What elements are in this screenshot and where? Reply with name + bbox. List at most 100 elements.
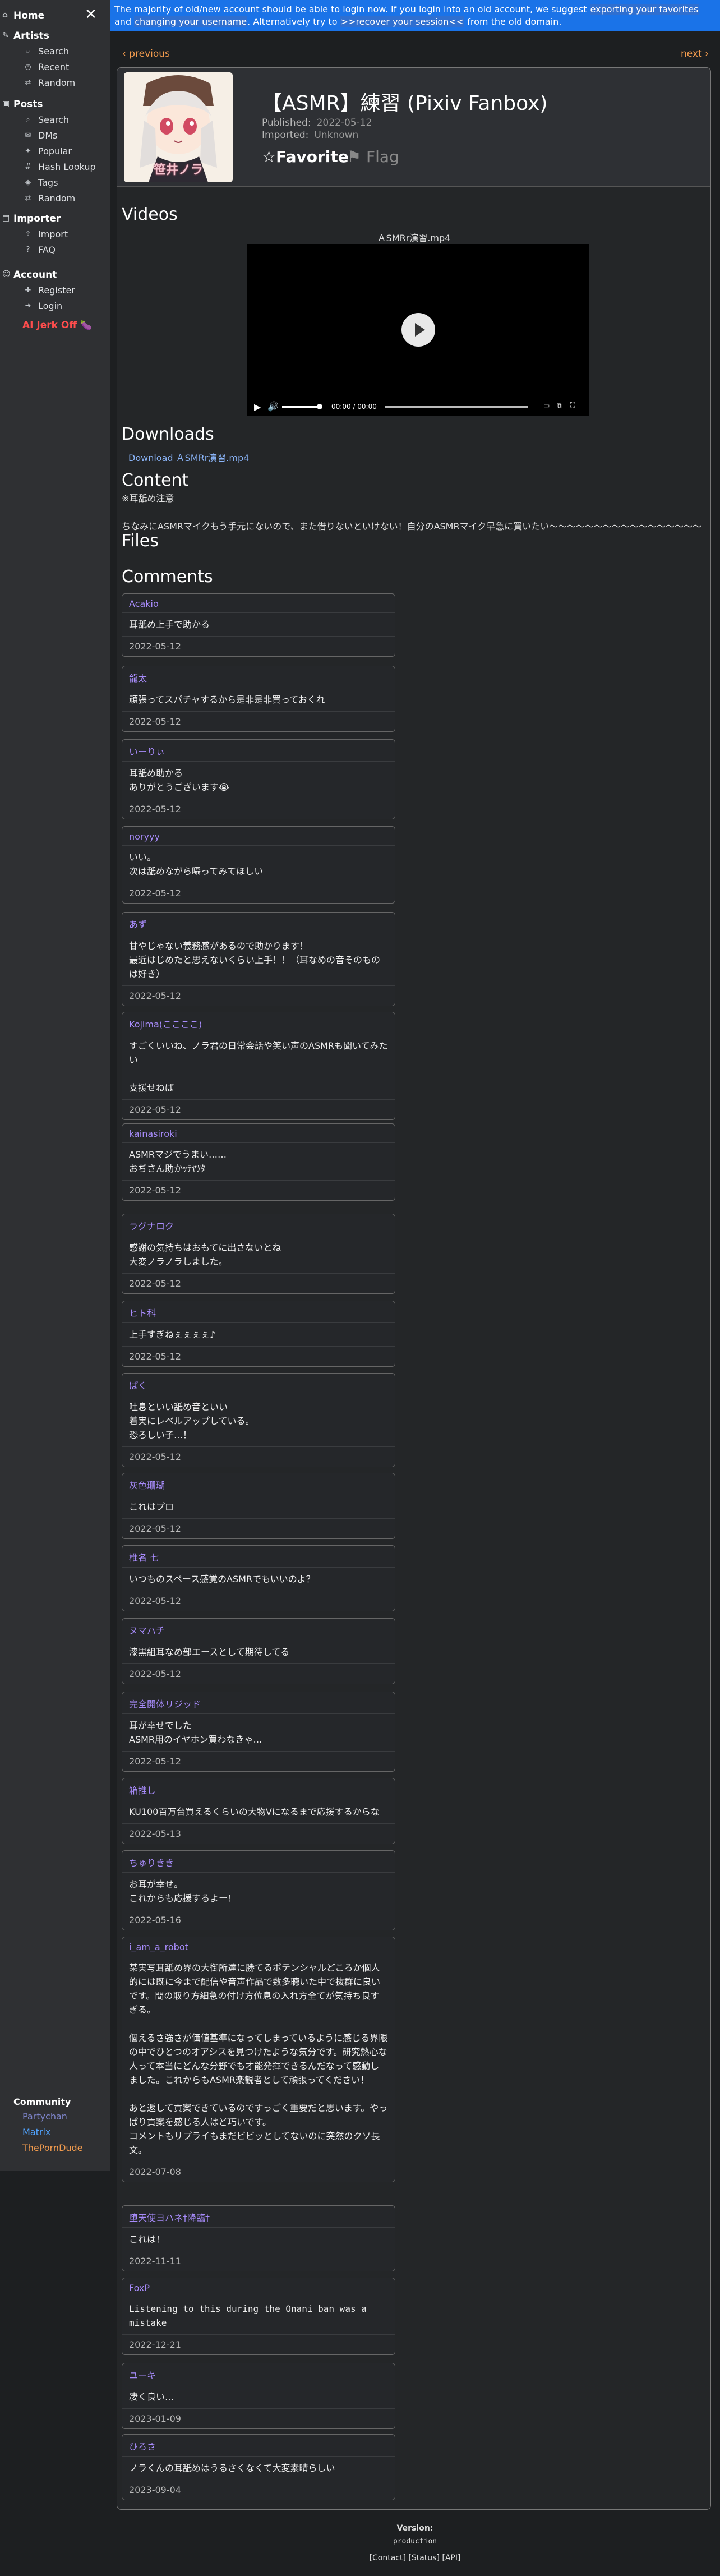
sidebar-item-hash-lookup[interactable]: # Hash Lookup: [0, 160, 110, 174]
faq-icon: ?: [26, 246, 30, 254]
volume-icon[interactable]: 🔊: [267, 401, 279, 412]
comment-author[interactable]: i_am_a_robot: [122, 1937, 395, 1956]
export-favorites-link[interactable]: exporting your favorites: [589, 4, 699, 15]
comment-date: 2022-05-12: [129, 716, 181, 727]
sidebar-item-popular[interactable]: ✦ Popular: [0, 145, 110, 158]
comment-author[interactable]: ユーキ: [122, 2363, 395, 2385]
comment-author[interactable]: noryyy: [122, 827, 395, 846]
video-player[interactable]: ▶ 🔊 00:00 / 00:00 ▭ ⧉ ⛶: [247, 244, 589, 416]
comment: いーりぃ 耳舐め助かる ありがとうございます😭 2022-05-12: [122, 739, 395, 819]
content-line: ※耳舐め注意: [122, 493, 174, 504]
video-file-name: ＡSMRr演習.mp4: [377, 233, 451, 243]
comment-body: すごくいいね、ノラ君の日常会話や笑い声のASMRも聞いてみたい 支援せねば: [122, 1034, 395, 1100]
comment-author[interactable]: ヌマハチ: [122, 1619, 395, 1640]
sidebar: ✕ ⌂ Home ✎ Artists ⌕ Search ◷ Recent ⇄ Random…: [0, 0, 110, 2171]
change-username-link[interactable]: changing your username: [134, 16, 248, 27]
comment-date: 2022-05-12: [129, 1669, 181, 1679]
previous-post-link[interactable]: ‹ previous: [122, 48, 170, 59]
comment-author[interactable]: 箱推し: [122, 1778, 395, 1800]
comment-author[interactable]: ラグナロク: [122, 1214, 395, 1236]
hash-icon: #: [25, 163, 31, 171]
volume-slider-handle[interactable]: [317, 404, 322, 409]
post-header: 笹井ノラ 【ASMR】練習 (Pixiv Fanbox) Published: 2…: [117, 68, 710, 187]
sidebar-posts-label: Posts: [13, 99, 43, 110]
flag-button[interactable]: ⚑ Flag: [347, 148, 399, 166]
footer-links[interactable]: [Contact] [Status] [API]: [370, 2554, 461, 2563]
comment-date: 2022-05-12: [129, 1596, 181, 1606]
footer: Version: production [Contact] [Status] […: [110, 2524, 720, 2563]
ai-jerk-off-link[interactable]: AI Jerk Off 🍆: [22, 320, 92, 331]
search-icon: ⌕: [26, 116, 30, 124]
sidebar-item-import[interactable]: ⇪ Import: [0, 228, 110, 241]
sidebar-item-artists-random[interactable]: ⇄ Random: [0, 76, 110, 90]
comment-author[interactable]: ぱく: [122, 1374, 395, 1395]
comment-author[interactable]: kainasiroki: [122, 1124, 395, 1143]
comment-author[interactable]: FoxP: [122, 2278, 395, 2297]
comment-author[interactable]: 灰色珊瑚: [122, 1473, 395, 1495]
sidebar-item-label: Login: [38, 301, 63, 311]
comment-author[interactable]: 完全開体リジッド: [122, 1692, 395, 1714]
sidebar-item-label: Register: [38, 285, 75, 296]
sidebar-item-posts-random[interactable]: ⇄ Random: [0, 192, 110, 205]
comment-author[interactable]: あず: [122, 913, 395, 934]
sidebar-item-register[interactable]: ✚ Register: [0, 284, 110, 297]
comment-date: 2022-05-12: [129, 1185, 181, 1196]
comment: Acakio 耳舐め上手で助かる 2022-05-12: [122, 593, 395, 657]
sidebar-item-label: Random: [38, 77, 76, 88]
comment-author[interactable]: 堕天使ヨハネ†降臨†: [122, 2206, 395, 2228]
sidebar-item-tags[interactable]: ◈ Tags: [0, 176, 110, 190]
files-heading: Files: [122, 531, 159, 551]
sidebar-item-dms[interactable]: ✉ DMs: [0, 129, 110, 142]
comment-author[interactable]: 椎名 七: [122, 1546, 395, 1568]
sidebar-item-label: Hash Lookup: [38, 162, 96, 172]
sidebar-item-label: Random: [38, 193, 76, 204]
comment-author[interactable]: Acakio: [122, 594, 395, 613]
banner-text3: from the old domain.: [464, 16, 562, 27]
star-icon: ✦: [25, 147, 31, 155]
search-icon: ⌕: [26, 47, 30, 56]
comment-author[interactable]: ひろさ: [122, 2435, 395, 2457]
shuffle-icon: ⇄: [25, 79, 31, 87]
comment-date: 2023-09-04: [129, 2485, 181, 2495]
video-time: 00:00 / 00:00: [331, 403, 377, 411]
captions-icon[interactable]: ▭: [543, 402, 550, 409]
sidebar-item-login[interactable]: ➜ Login: [0, 299, 110, 313]
imported-date: Imported: Unknown: [262, 130, 358, 141]
comment-author[interactable]: ちゅりきき: [122, 1851, 395, 1873]
comment-author[interactable]: Kojima(ここここ): [122, 1012, 395, 1034]
comment: 完全開体リジッド 耳が幸せでした ASMR用のイヤホン買わなきゃ… 2022-05-…: [122, 1692, 395, 1772]
sidebar-item-posts-search[interactable]: ⌕ Search: [0, 113, 110, 127]
pip-icon[interactable]: ⧉: [557, 402, 562, 410]
sidebar-item-artists-recent[interactable]: ◷ Recent: [0, 61, 110, 74]
partychan-link[interactable]: Partychan: [22, 2111, 67, 2122]
sidebar-home[interactable]: ⌂ Home: [0, 9, 110, 22]
sidebar-item-faq[interactable]: ? FAQ: [0, 243, 110, 257]
play-icon[interactable]: [401, 313, 435, 347]
sidebar-item-label: Search: [38, 46, 69, 57]
imported-value: Unknown: [314, 130, 359, 141]
recover-session-link[interactable]: >>recover your session<<: [340, 16, 465, 27]
comment-author[interactable]: ヒト科: [122, 1301, 395, 1323]
comment-date: 2022-07-08: [129, 2167, 181, 2177]
comment-date: 2022-11-11: [129, 2256, 181, 2266]
comment-body: 耳が幸せでした ASMR用のイヤホン買わなきゃ…: [122, 1714, 395, 1752]
theporndude-link[interactable]: ThePornDude: [22, 2142, 83, 2153]
comment-author[interactable]: 龍太: [122, 666, 395, 688]
volume-slider[interactable]: [282, 406, 319, 408]
user-icon: ☺: [2, 270, 11, 279]
favorite-button[interactable]: ☆Favorite: [262, 148, 349, 166]
fullscreen-icon[interactable]: ⛶: [570, 401, 575, 409]
next-post-link[interactable]: next ›: [681, 48, 709, 59]
comment-body: これは！: [122, 2228, 395, 2251]
play-small-icon[interactable]: ▶: [254, 402, 261, 412]
downloads-heading: Downloads: [122, 425, 214, 444]
artist-avatar[interactable]: 笹井ノラ: [124, 72, 233, 182]
comment: 堕天使ヨハネ†降臨† これは！ 2022-11-11: [122, 2205, 395, 2271]
seek-bar[interactable]: [385, 406, 528, 408]
upload-icon: ⇪: [25, 230, 31, 238]
sidebar-item-artists-search[interactable]: ⌕ Search: [0, 45, 110, 58]
comment-author[interactable]: いーりぃ: [122, 740, 395, 762]
download-link[interactable]: Download ＡSMRr演習.mp4: [128, 450, 249, 464]
matrix-link[interactable]: Matrix: [22, 2127, 50, 2137]
published-value: 2022-05-12: [316, 117, 372, 128]
